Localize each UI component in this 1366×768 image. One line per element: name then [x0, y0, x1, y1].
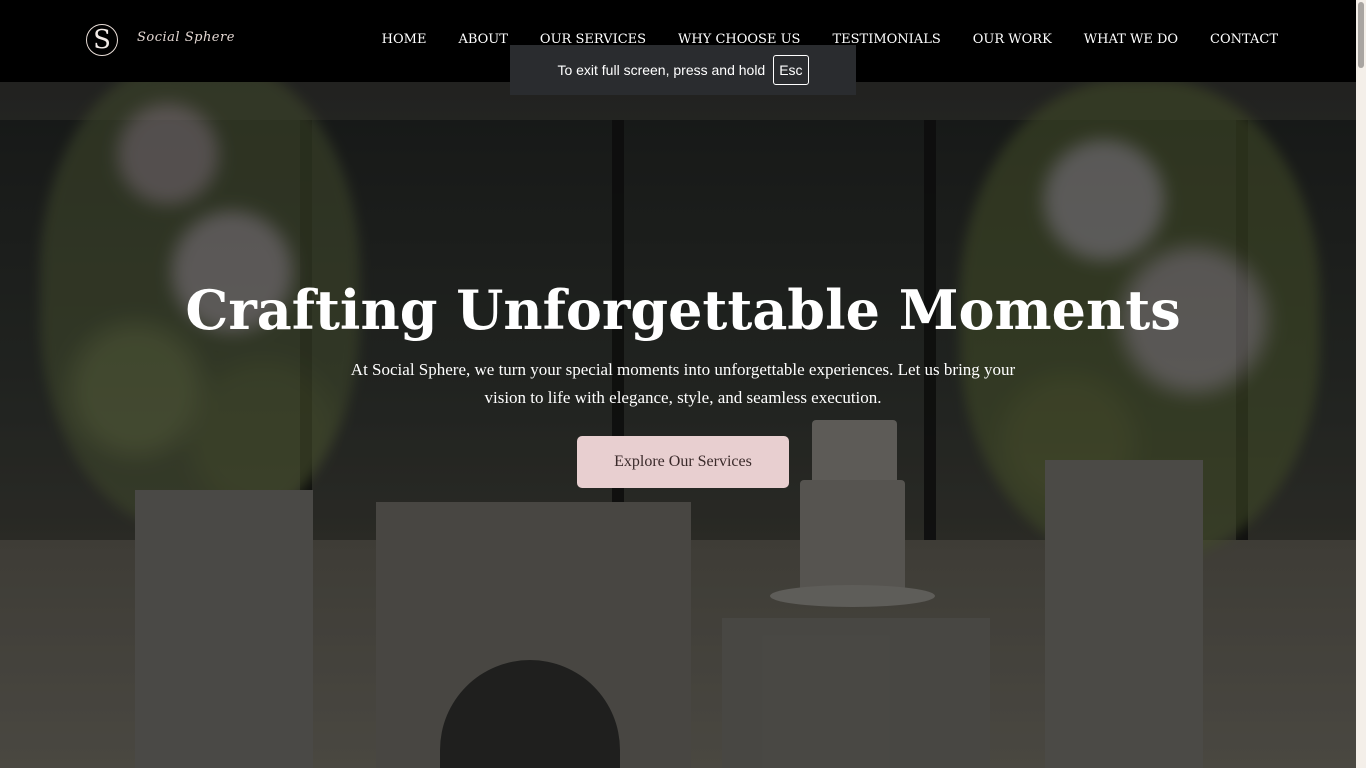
nav-link-home[interactable]: HOME [382, 32, 427, 47]
esc-key-badge: Esc [773, 55, 809, 85]
explore-services-button[interactable]: Explore Our Services [577, 436, 789, 488]
nav-link-our-work[interactable]: OUR WORK [973, 32, 1052, 47]
logo-icon[interactable]: S [86, 24, 118, 56]
fullscreen-notice-text: To exit full screen, press and hold [557, 62, 766, 78]
fullscreen-exit-notice: To exit full screen, press and hold Esc [510, 45, 856, 95]
logo-text[interactable]: Social Sphere [137, 30, 235, 45]
hero-subtitle: At Social Sphere, we turn your special m… [350, 360, 1016, 407]
nav-link-contact[interactable]: CONTACT [1210, 32, 1278, 47]
scrollbar[interactable] [1356, 0, 1366, 768]
scrollbar-thumb[interactable] [1358, 2, 1364, 68]
hero-title: Crafting Unforgettable Moments [185, 278, 1181, 342]
nav-link-about[interactable]: ABOUT [458, 32, 507, 47]
nav-link-what-we-do[interactable]: WHAT WE DO [1084, 32, 1178, 47]
